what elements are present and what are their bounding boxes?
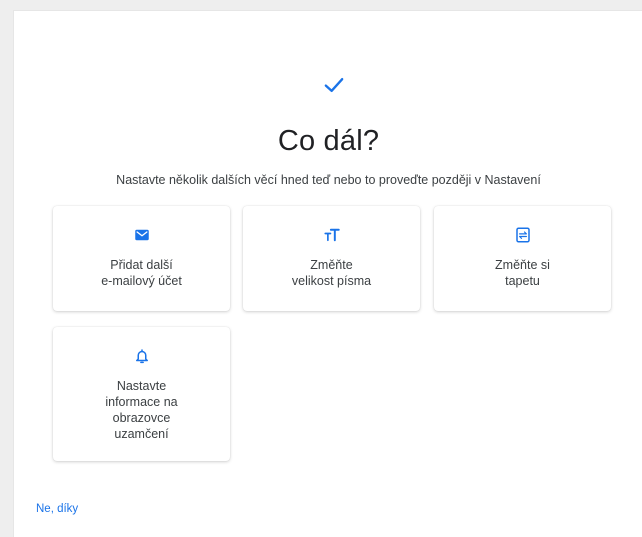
bell-icon xyxy=(135,349,148,364)
content-sheet: Co dál? Nastavte několik dalších věcí hn… xyxy=(13,10,642,537)
page-subtitle: Nastavte několik dalších věcí hned teď n… xyxy=(116,173,541,187)
page-title: Co dál? xyxy=(277,125,380,157)
lock-screen-info-card[interactable]: Nastavte informace na obrazovce uzamčení xyxy=(53,327,230,461)
wallpaper-icon xyxy=(515,227,530,243)
mail-icon xyxy=(134,229,149,241)
lock-screen-info-label: Nastavte informace na obrazovce uzamčení xyxy=(105,379,178,441)
change-wallpaper-label: Změňte si tapetu xyxy=(495,258,550,288)
add-email-account-card[interactable]: Přidat další e-mailový účet xyxy=(53,206,230,311)
add-email-account-label: Přidat další e-mailový účet xyxy=(101,258,182,288)
change-font-size-label: Změňte velikost písma xyxy=(291,258,372,288)
setup-screen: Co dál? Nastavte několik dalších věcí hn… xyxy=(0,0,642,537)
no-thanks-link[interactable]: Ne, díky xyxy=(36,503,78,515)
text-size-icon xyxy=(323,228,340,242)
change-wallpaper-card[interactable]: Změňte si tapetu xyxy=(434,206,611,311)
check-icon xyxy=(324,78,344,93)
change-font-size-card[interactable]: Změňte velikost písma xyxy=(243,206,420,311)
